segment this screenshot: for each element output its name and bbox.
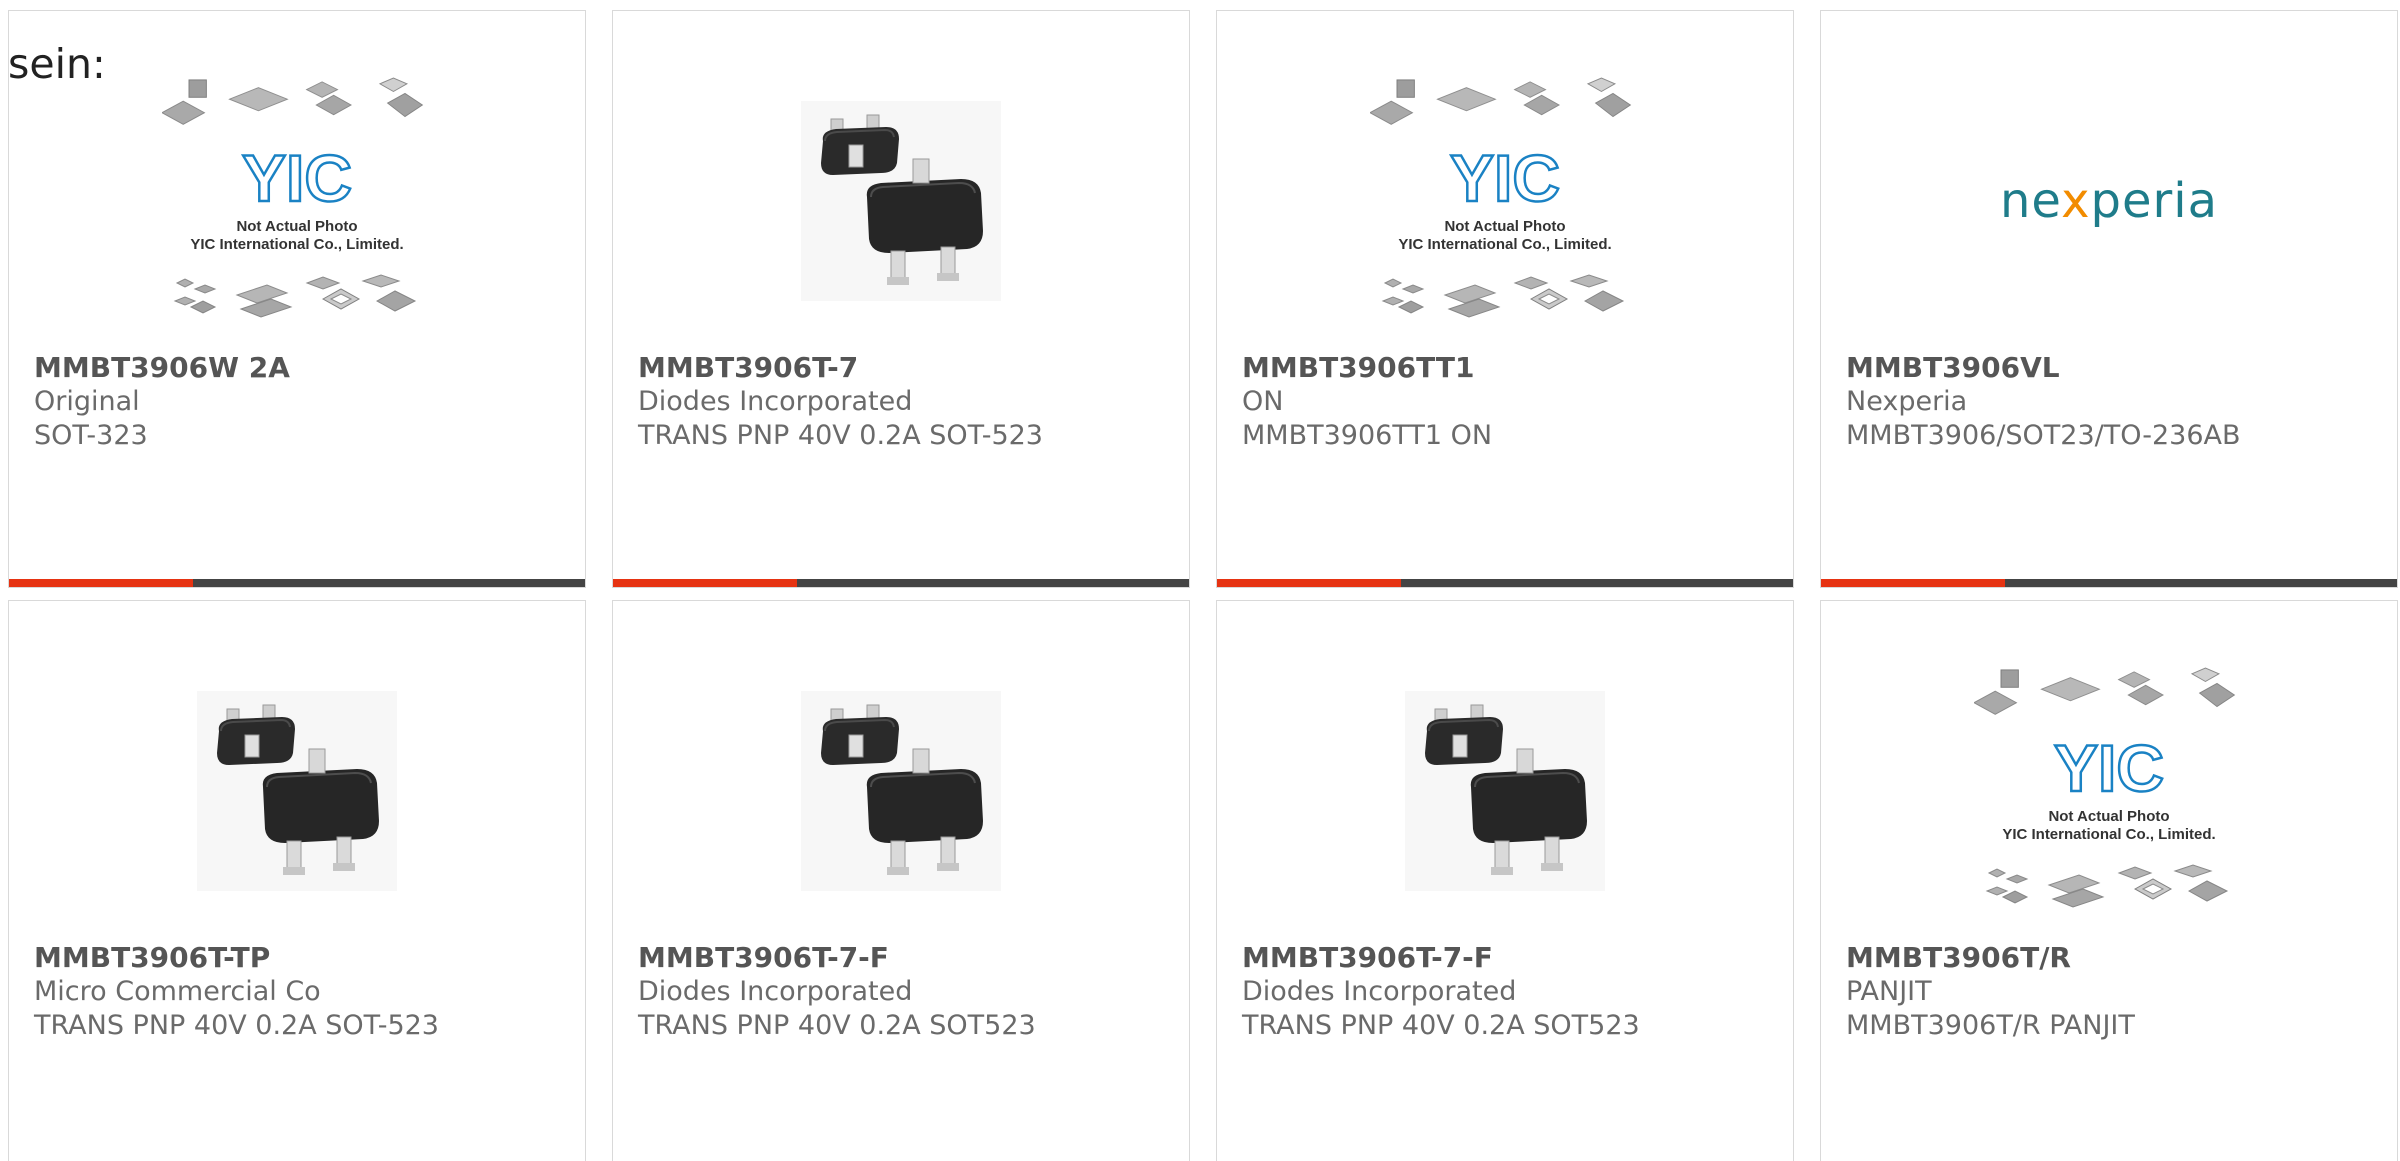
card-accent-bar <box>1821 579 2005 587</box>
product-card[interactable]: YIC Not Actual Photo YIC International C… <box>8 10 586 588</box>
transistor-package-icon <box>801 101 1001 301</box>
yic-placeholder-icon: YIC Not Actual Photo YIC International C… <box>1370 77 1631 318</box>
manufacturer: Micro Commercial Co <box>34 976 321 1007</box>
product-image: YIC Not Actual Photo YIC International C… <box>1821 641 2397 941</box>
product-info: MMBT3906VL Nexperia MMBT3906/SOT23/TO-23… <box>1846 351 2387 453</box>
product-card[interactable]: MMBT3906T-7-F Diodes Incorporated TRANS … <box>612 600 1190 1161</box>
product-info: MMBT3906T-TP Micro Commercial Co TRANS P… <box>34 941 575 1043</box>
part-number[interactable]: MMBT3906T/R <box>1846 941 2387 975</box>
product-image <box>613 641 1189 941</box>
yic-caption-line2: YIC International Co., Limited. <box>2002 826 2215 843</box>
product-info: MMBT3906T-7-F Diodes Incorporated TRANS … <box>638 941 1179 1043</box>
yic-caption-line2: YIC International Co., Limited. <box>1398 236 1611 253</box>
part-number[interactable]: MMBT3906T-7-F <box>1242 941 1783 975</box>
yic-placeholder-icon: YIC Not Actual Photo YIC International C… <box>162 77 423 318</box>
yic-caption-line2: YIC International Co., Limited. <box>190 236 403 253</box>
manufacturer: Diodes Incorporated <box>638 386 913 417</box>
card-bottom-bar <box>1217 579 1793 587</box>
manufacturer: Nexperia <box>1846 386 1968 417</box>
card-accent-bar <box>613 579 797 587</box>
product-card[interactable]: nexperia MMBT3906VL Nexperia MMBT3906/SO… <box>1820 10 2398 588</box>
product-info: MMBT3906T-7 Diodes Incorporated TRANS PN… <box>638 351 1179 453</box>
description: TRANS PNP 40V 0.2A SOT523 <box>638 1010 1036 1041</box>
product-image: nexperia <box>1821 51 2397 351</box>
transistor-package-icon <box>1405 691 1605 891</box>
card-bottom-bar <box>1821 579 2397 587</box>
manufacturer: Diodes Incorporated <box>1242 976 1517 1007</box>
product-grid-page: sein: YIC Not Actual Photo YIC Internati… <box>0 0 2400 1161</box>
card-accent-bar <box>1217 579 1401 587</box>
nexperia-logo: nexperia <box>2000 173 2218 229</box>
part-number[interactable]: MMBT3906T-7 <box>638 351 1179 385</box>
product-image: YIC Not Actual Photo YIC International C… <box>9 51 585 351</box>
product-card[interactable]: YIC Not Actual Photo YIC International C… <box>1820 600 2398 1161</box>
product-card[interactable]: YIC Not Actual Photo YIC International C… <box>1216 10 1794 588</box>
yic-logo-icon: YIC <box>1449 140 1562 217</box>
description: SOT-323 <box>34 420 148 451</box>
description: TRANS PNP 40V 0.2A SOT523 <box>1242 1010 1640 1041</box>
product-image <box>1217 641 1793 941</box>
product-image: YIC Not Actual Photo YIC International C… <box>1217 51 1793 351</box>
manufacturer: ON <box>1242 386 1284 417</box>
yic-placeholder-icon: YIC Not Actual Photo YIC International C… <box>1974 667 2235 908</box>
part-number[interactable]: MMBT3906VL <box>1846 351 2387 385</box>
yic-brand-text: YIC <box>242 141 352 215</box>
transistor-package-icon <box>801 691 1001 891</box>
part-number[interactable]: MMBT3906W 2A <box>34 351 575 385</box>
manufacturer: Original <box>34 386 140 417</box>
product-info: MMBT3906T-7-F Diodes Incorporated TRANS … <box>1242 941 1783 1043</box>
yic-caption-line1: Not Actual Photo <box>1444 218 1565 235</box>
description: MMBT3906TT1 ON <box>1242 420 1493 451</box>
card-bottom-bar <box>9 579 585 587</box>
product-image <box>9 641 585 941</box>
manufacturer: PANJIT <box>1846 976 1932 1007</box>
description: MMBT3906T/R PANJIT <box>1846 1010 2135 1041</box>
intro-text: sein: <box>8 40 106 88</box>
product-info: MMBT3906TT1 ON MMBT3906TT1 ON <box>1242 351 1783 453</box>
part-number[interactable]: MMBT3906T-7-F <box>638 941 1179 975</box>
product-card[interactable]: MMBT3906T-7 Diodes Incorporated TRANS PN… <box>612 10 1190 588</box>
yic-logo-icon: YIC <box>2053 730 2166 807</box>
card-bottom-bar <box>613 579 1189 587</box>
product-info: MMBT3906T/R PANJIT MMBT3906T/R PANJIT <box>1846 941 2387 1043</box>
description: TRANS PNP 40V 0.2A SOT-523 <box>34 1010 439 1041</box>
description: MMBT3906/SOT23/TO-236AB <box>1846 420 2241 451</box>
product-card[interactable]: MMBT3906T-TP Micro Commercial Co TRANS P… <box>8 600 586 1161</box>
description: TRANS PNP 40V 0.2A SOT-523 <box>638 420 1043 451</box>
product-info: MMBT3906W 2A Original SOT-323 <box>34 351 575 453</box>
yic-brand-text: YIC <box>1450 141 1560 215</box>
product-card[interactable]: MMBT3906T-7-F Diodes Incorporated TRANS … <box>1216 600 1794 1161</box>
manufacturer: Diodes Incorporated <box>638 976 913 1007</box>
product-grid: YIC Not Actual Photo YIC International C… <box>8 10 2400 1161</box>
card-accent-bar <box>9 579 193 587</box>
part-number[interactable]: MMBT3906TT1 <box>1242 351 1783 385</box>
part-number[interactable]: MMBT3906T-TP <box>34 941 575 975</box>
yic-brand-text: YIC <box>2054 731 2164 805</box>
transistor-package-icon <box>197 691 397 891</box>
yic-caption-line1: Not Actual Photo <box>2048 808 2169 825</box>
yic-logo-icon: YIC <box>241 140 354 217</box>
product-image <box>613 51 1189 351</box>
yic-caption-line1: Not Actual Photo <box>236 218 357 235</box>
